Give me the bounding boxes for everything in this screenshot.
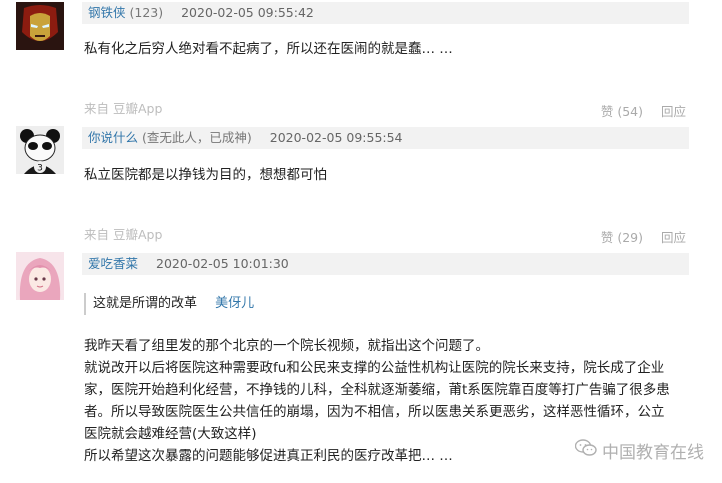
comment-text: 私有化之后穷人绝对看不起病了，所以还在医闹的就是蠢… …: [84, 41, 453, 57]
like-button[interactable]: 赞 (29): [601, 230, 643, 245]
comment-time: 2020-02-05 09:55:54: [269, 130, 403, 145]
watermark: 中国教育在线: [574, 438, 704, 463]
comment-time: 2020-02-05 09:55:42: [181, 5, 314, 20]
comment-line: 我昨天看了组里发的那个北京的一个院长视频，就指出这个问题了。: [84, 338, 489, 354]
comment-meta: 钢铁侠 (123) 2020-02-05 09:55:42: [82, 2, 689, 24]
reply-button[interactable]: 回应: [661, 104, 686, 119]
comment-meta: 爱吃香菜 2020-02-05 10:01:30: [82, 253, 689, 275]
svg-text:3: 3: [37, 164, 43, 174]
comment-author[interactable]: 你说什么: [88, 130, 138, 145]
quote-author[interactable]: 美伢儿: [215, 296, 254, 311]
avatar-pink-hair[interactable]: [16, 252, 64, 300]
comment-author[interactable]: 钢铁侠: [88, 5, 126, 20]
comment-author[interactable]: 爱吃香菜: [88, 256, 138, 271]
watermark-text: 中国教育在线: [602, 443, 704, 463]
comment-source: 来自 豆瓣App: [84, 101, 163, 116]
comment-author-count: (123): [129, 5, 164, 20]
wechat-icon: [574, 439, 602, 462]
comment-actions: 赞 (29) 回应: [587, 227, 686, 246]
comment-meta: 你说什么 (查无此人，已成神) 2020-02-05 09:55:54: [82, 127, 689, 149]
comment-line: 者。所以导致医院医生公共信任的崩塌，因为不相信，所以医患关系更恶劣，这样恶性循环…: [84, 404, 665, 420]
avatar-iron-man[interactable]: [16, 2, 64, 50]
avatar-panda[interactable]: 3: [16, 126, 64, 174]
quoted-comment: 这就是所谓的改革 美伢儿: [84, 293, 693, 315]
quote-text: 这就是所谓的改革: [93, 296, 198, 311]
comment-source: 来自 豆瓣App: [84, 227, 163, 242]
comment-time: 2020-02-05 10:01:30: [156, 256, 289, 271]
comment-author-note: (查无此人，已成神): [142, 130, 252, 145]
reply-button[interactable]: 回应: [661, 230, 686, 245]
comment-text: 私立医院都是以挣钱为目的，想想都可怕: [84, 167, 327, 183]
like-button[interactable]: 赞 (54): [601, 104, 643, 119]
comment-actions: 赞 (54) 回应: [587, 101, 686, 120]
comment-line: 就说改开以后将医院这种需要政fu和公民来支撑的公益性机构让医院的院长来支持，院长…: [84, 360, 665, 376]
comment-line: 家，医院开始趋利化经营，不挣钱的儿科，全科就逐渐萎缩，莆t系医院靠百度等打广告骗…: [84, 382, 670, 398]
